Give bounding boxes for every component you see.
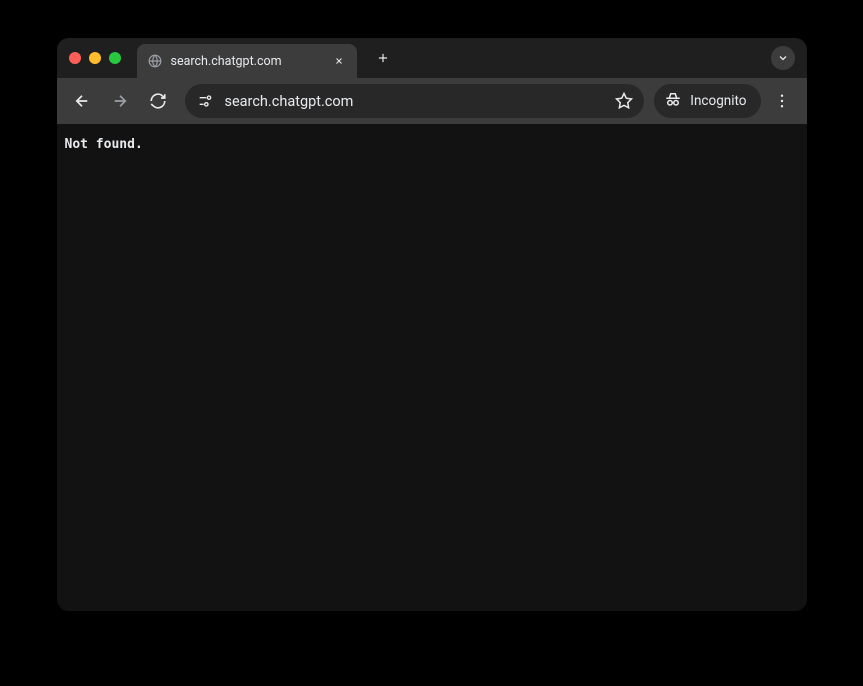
bookmark-button[interactable] bbox=[610, 87, 638, 115]
toolbar: search.chatgpt.com Incognito bbox=[57, 78, 807, 124]
site-controls-icon[interactable] bbox=[195, 91, 215, 111]
url-text: search.chatgpt.com bbox=[225, 93, 601, 110]
window-minimize-button[interactable] bbox=[89, 52, 101, 64]
tab-title: search.chatgpt.com bbox=[171, 54, 323, 69]
titlebar: search.chatgpt.com bbox=[57, 38, 807, 78]
not-found-text: Not found. bbox=[65, 137, 799, 152]
address-bar[interactable]: search.chatgpt.com bbox=[185, 84, 645, 118]
incognito-icon bbox=[664, 90, 682, 112]
tab-search-dropdown[interactable] bbox=[771, 46, 795, 70]
reload-button[interactable] bbox=[141, 84, 175, 118]
browser-menu-button[interactable] bbox=[765, 84, 799, 118]
globe-icon bbox=[147, 53, 163, 69]
page-content: Not found. bbox=[57, 124, 807, 611]
browser-window: search.chatgpt.com bbox=[57, 38, 807, 611]
tab-close-button[interactable] bbox=[331, 53, 347, 69]
forward-button[interactable] bbox=[103, 84, 137, 118]
incognito-indicator[interactable]: Incognito bbox=[654, 84, 760, 118]
back-button[interactable] bbox=[65, 84, 99, 118]
new-tab-button[interactable] bbox=[369, 44, 397, 72]
window-controls bbox=[69, 52, 121, 64]
incognito-label: Incognito bbox=[690, 93, 746, 109]
window-close-button[interactable] bbox=[69, 52, 81, 64]
window-maximize-button[interactable] bbox=[109, 52, 121, 64]
browser-tab[interactable]: search.chatgpt.com bbox=[137, 44, 357, 78]
